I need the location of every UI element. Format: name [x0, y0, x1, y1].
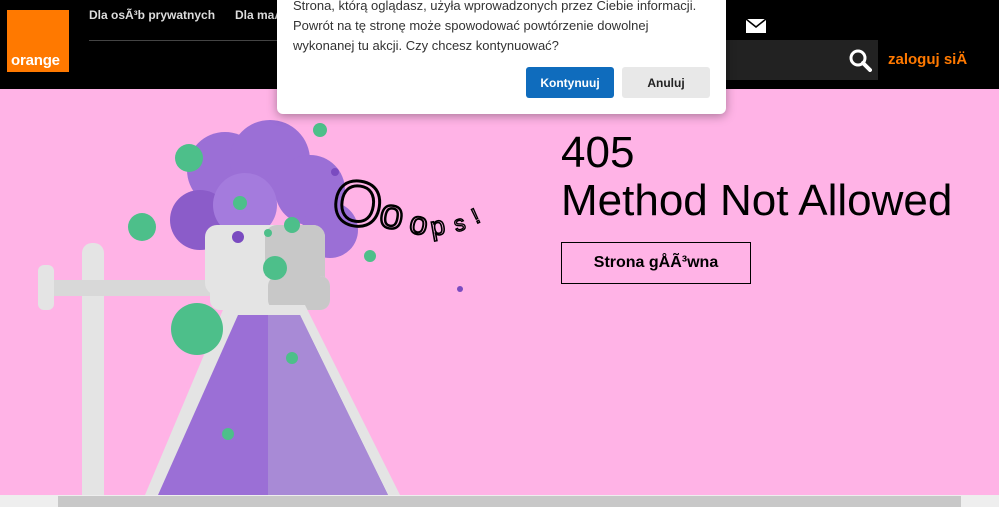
dialog-message: Strona, którą oglądasz, użyła wprowadzon…: [293, 0, 697, 53]
orange-logo[interactable]: orange: [7, 10, 69, 72]
search-icon[interactable]: [848, 48, 872, 72]
logo-text: orange: [11, 52, 60, 69]
svg-text:p: p: [428, 210, 447, 242]
mail-icon[interactable]: [746, 19, 766, 33]
nav-link-private[interactable]: Dla osÃ³b prywatnych: [89, 8, 215, 22]
home-page-button[interactable]: Strona gÅÃ³wna: [561, 242, 751, 284]
svg-text:o: o: [407, 204, 432, 243]
cancel-button[interactable]: Anuluj: [622, 67, 710, 98]
svg-text:s: s: [451, 210, 468, 237]
login-link[interactable]: zaloguj siÄ: [888, 51, 967, 68]
svg-text:!: !: [468, 203, 484, 228]
scrollbar-thumb[interactable]: [58, 496, 961, 507]
nav-link-business[interactable]: Dla maÅ: [235, 8, 283, 22]
continue-button[interactable]: Kontynuuj: [526, 67, 614, 98]
error-message: Method Not Allowed: [561, 176, 953, 225]
error-code: 405: [561, 128, 635, 177]
ooops-flask-illustration: O o o p s !: [38, 120, 484, 507]
resubmit-confirm-dialog: Strona, którą oglądasz, użyła wprowadzon…: [277, 0, 726, 114]
